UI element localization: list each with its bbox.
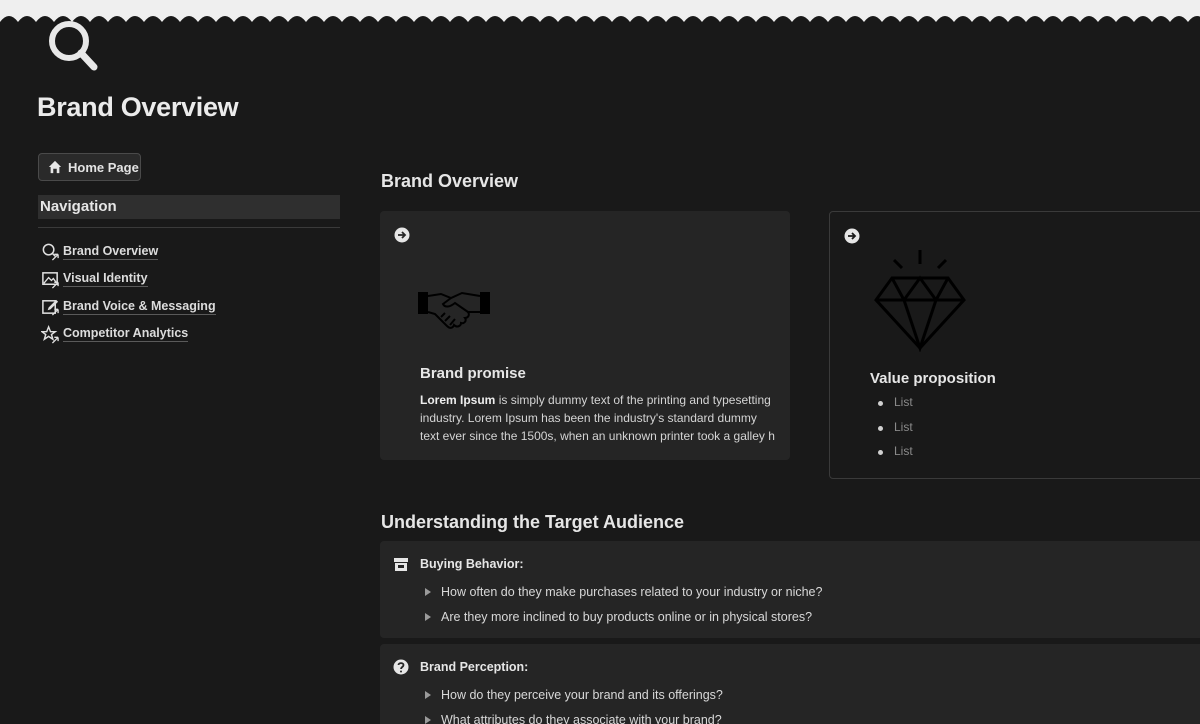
store-icon xyxy=(394,558,408,571)
value-proposition-title: Value proposition xyxy=(870,370,996,387)
toggle-list: How do they perceive your brand and its … xyxy=(425,682,723,724)
toggle-triangle-icon[interactable] xyxy=(425,715,431,724)
navigation-heading: Navigation xyxy=(38,195,340,219)
value-proposition-card[interactable]: Value proposition List List List xyxy=(829,211,1200,479)
callout-buying-behavior: Buying Behavior: How often do they make … xyxy=(380,541,1200,638)
callout-title: Buying Behavior: xyxy=(420,557,524,571)
section-heading-target-audience: Understanding the Target Audience xyxy=(381,512,685,532)
diamond-icon xyxy=(874,250,966,352)
page-top-wave-edge xyxy=(0,0,1200,30)
handshake-icon xyxy=(418,291,490,329)
nav-item-label: Competitor Analytics xyxy=(63,326,189,343)
toggle-item[interactable]: How often do they make purchases related… xyxy=(425,579,822,604)
home-page-button[interactable]: Home Page xyxy=(38,153,141,181)
nav-item-competitor-analytics[interactable]: Competitor Analytics xyxy=(41,321,216,349)
toggle-triangle-icon[interactable] xyxy=(425,690,431,699)
page-title: Brand Overview xyxy=(37,92,239,122)
value-proposition-list: List List List xyxy=(878,395,913,469)
section-heading-brand-overview: Brand Overview xyxy=(381,171,519,191)
nav-item-label: Brand Voice & Messaging xyxy=(63,298,216,315)
nav-item-visual-identity[interactable]: Visual Identity xyxy=(41,266,216,294)
nav-item-label: Brand Overview xyxy=(63,243,159,260)
callout-brand-perception: Brand Perception: How do they perceive y… xyxy=(380,644,1200,724)
search-page-icon xyxy=(49,21,98,71)
nav-item-brand-overview[interactable]: Brand Overview xyxy=(41,238,216,266)
toggle-label: How often do they make purchases related… xyxy=(441,584,823,599)
toggle-triangle-icon[interactable] xyxy=(425,587,431,596)
stars-icon xyxy=(41,324,59,344)
list-item: List xyxy=(878,444,913,469)
brand-promise-card[interactable]: Brand promise Lorem Ipsum is simply dumm… xyxy=(380,211,790,460)
home-icon xyxy=(48,160,62,174)
toggle-item[interactable]: How do they perceive your brand and its … xyxy=(425,682,723,707)
brand-promise-text: Lorem Ipsum is simply dummy text of the … xyxy=(420,391,775,445)
toggle-list: How often do they make purchases related… xyxy=(425,579,822,629)
nav-item-label: Visual Identity xyxy=(63,271,148,288)
edit-icon xyxy=(42,300,59,316)
brand-promise-title: Brand promise xyxy=(420,365,526,382)
brand-promise-text-bold: Lorem Ipsum xyxy=(420,393,496,407)
list-item: List xyxy=(878,395,913,420)
arrow-circle-right-icon[interactable] xyxy=(844,228,860,244)
toggle-label: How do they perceive your brand and its … xyxy=(441,687,723,702)
navigation-list: Brand Overview Visual Identity Brand Voi… xyxy=(41,238,216,348)
nav-item-brand-voice[interactable]: Brand Voice & Messaging xyxy=(41,293,216,321)
callout-title: Brand Perception: xyxy=(420,660,529,674)
toggle-item[interactable]: Are they more inclined to buy products o… xyxy=(425,604,822,629)
toggle-label: What attributes do they associate with y… xyxy=(441,712,722,724)
home-page-label: Home Page xyxy=(68,159,139,175)
search-user-icon xyxy=(42,243,59,261)
navigation-divider xyxy=(38,227,340,228)
arrow-circle-right-icon[interactable] xyxy=(394,227,410,243)
toggle-triangle-icon[interactable] xyxy=(425,612,431,621)
image-icon xyxy=(42,271,59,289)
question-icon xyxy=(393,659,409,675)
toggle-item[interactable]: What attributes do they associate with y… xyxy=(425,707,723,724)
list-item: List xyxy=(878,420,913,445)
toggle-label: Are they more inclined to buy products o… xyxy=(441,609,813,624)
